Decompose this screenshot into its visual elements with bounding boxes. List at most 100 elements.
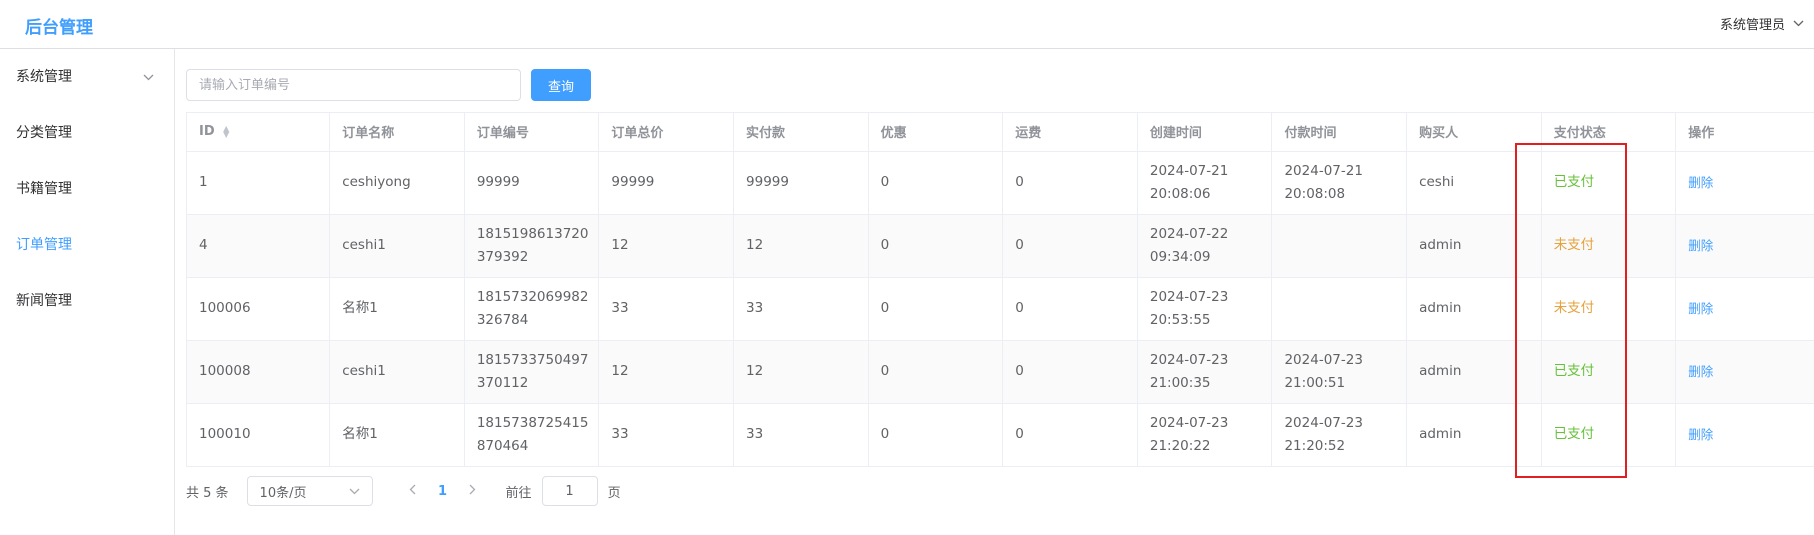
cell-paid-amount: 12 (733, 214, 869, 278)
cell-order-number: 1815732069982 326784 (464, 277, 600, 341)
query-button[interactable]: 查询 (531, 69, 591, 101)
cell-discount: 0 (868, 277, 1004, 341)
cell-shipping: 0 (1002, 214, 1138, 278)
column-header-payment-time: 付款时间 (1271, 113, 1408, 152)
table-row: 4 ceshi1 1815198613720 379392 12 12 0 0 2… (187, 214, 1814, 278)
cell-order-total: 12 (598, 214, 735, 278)
cell-order-name: ceshi1 (329, 214, 465, 278)
chevron-down-icon (1793, 16, 1804, 31)
cell-payment-time: 2024-07-21 20:08:08 (1271, 151, 1408, 215)
delete-button[interactable]: 删除 (1688, 238, 1713, 253)
delete-button[interactable]: 删除 (1688, 175, 1713, 190)
search-bar: 查询 (186, 69, 591, 101)
cell-actions: 删除 (1675, 277, 1814, 341)
cell-actions: 删除 (1675, 214, 1814, 278)
brand-title: 后台管理 (25, 18, 93, 38)
pagination-total: 共 5 条 (186, 485, 229, 501)
cell-payment-time (1271, 214, 1408, 278)
cell-shipping: 0 (1002, 151, 1138, 215)
column-header-created-time: 创建时间 (1137, 113, 1273, 152)
goto-label: 前往 (505, 485, 532, 501)
sidebar-item-orders[interactable]: 订单管理 (0, 217, 174, 273)
cell-paid-amount: 33 (733, 277, 869, 341)
cell-order-number: 1815733750497 370112 (464, 340, 600, 404)
cell-created-time: 2024-07-22 09:34:09 (1137, 214, 1273, 278)
cell-buyer: admin (1406, 277, 1542, 341)
cell-payment-time: 2024-07-23 21:00:51 (1271, 340, 1408, 404)
cell-payment-status: 已支付 (1541, 340, 1677, 404)
cell-payment-status: 已支付 (1541, 151, 1677, 215)
cell-order-total: 33 (598, 277, 735, 341)
goto-suffix-label: 页 (607, 485, 621, 501)
column-header-buyer: 购买人 (1406, 113, 1542, 152)
user-menu[interactable]: 系统管理员 (1720, 14, 1804, 33)
sidebar-item-books[interactable]: 书籍管理 (0, 161, 174, 217)
cell-id: 4 (187, 214, 331, 278)
table-row: 1 ceshiyong 99999 99999 99999 0 0 2024-0… (187, 151, 1814, 215)
table-row: 100008 ceshi1 1815733750497 370112 12 12 … (187, 340, 1814, 404)
status-badge: 未支付 (1553, 237, 1595, 253)
cell-order-total: 99999 (598, 151, 735, 215)
cell-discount: 0 (868, 340, 1004, 404)
table-header-row: ID ▲ ▼ 订单名称 订单编号 订单总价 实付款 优惠 运费 创建时间 付款时间… (187, 113, 1814, 152)
sidebar-item-system[interactable]: 系统管理 (0, 49, 174, 105)
column-header-shipping: 运费 (1002, 113, 1138, 152)
sidebar-item-label: 订单管理 (16, 237, 72, 253)
column-header-paid-amount: 实付款 (733, 113, 869, 152)
column-header-order-number: 订单编号 (464, 113, 600, 152)
cell-paid-amount: 12 (733, 340, 869, 404)
cell-payment-status: 已支付 (1541, 403, 1677, 467)
table-row: 100010 名称1 1815738725415 870464 33 33 0 0… (187, 403, 1814, 467)
cell-payment-time: 2024-07-23 21:20:52 (1271, 403, 1408, 467)
column-header-payment-status: 支付状态 (1541, 113, 1677, 152)
cell-id: 100010 (187, 403, 331, 467)
cell-actions: 删除 (1675, 151, 1814, 215)
delete-button[interactable]: 删除 (1688, 301, 1713, 316)
page-size-value: 10条/页 (259, 485, 307, 501)
page-size-select[interactable]: 10条/页 (246, 476, 373, 506)
top-header: 后台管理 系统管理员 (0, 0, 1814, 49)
prev-page-icon[interactable] (398, 484, 428, 499)
page-number-button[interactable]: 1 (428, 484, 458, 499)
cell-created-time: 2024-07-23 21:20:22 (1137, 403, 1273, 467)
main-content: 查询 ID ▲▼ 订单名称 订单编号 订单总价 实付款 优惠 (176, 49, 1814, 535)
sidebar-item-label: 系统管理 (16, 69, 72, 85)
column-header-order-total: 订单总价 (598, 113, 735, 152)
cell-order-name: ceshiyong (329, 151, 465, 215)
cell-order-total: 33 (598, 403, 735, 467)
sidebar: 系统管理 分类管理 书籍管理 订单管理 新闻管理 (0, 49, 175, 535)
sidebar-item-label: 分类管理 (16, 125, 72, 141)
sidebar-item-category[interactable]: 分类管理 (0, 105, 174, 161)
cell-buyer: admin (1406, 340, 1542, 404)
column-header-actions: 操作 (1675, 113, 1814, 152)
cell-id: 100006 (187, 277, 331, 341)
cell-order-name: 名称1 (329, 277, 465, 341)
cell-order-number: 1815738725415 870464 (464, 403, 600, 467)
cell-created-time: 2024-07-23 20:53:55 (1137, 277, 1273, 341)
sidebar-item-label: 新闻管理 (16, 293, 72, 309)
delete-button[interactable]: 删除 (1688, 427, 1713, 442)
status-badge: 已支付 (1553, 174, 1595, 190)
cell-buyer: admin (1406, 403, 1542, 467)
cell-payment-status: 未支付 (1541, 214, 1677, 278)
chevron-down-icon (143, 49, 154, 105)
cell-order-number: 1815198613720 379392 (464, 214, 600, 278)
cell-order-number: 99999 (464, 151, 600, 215)
cell-shipping: 0 (1002, 403, 1138, 467)
next-page-icon[interactable] (458, 484, 488, 499)
sidebar-item-news[interactable]: 新闻管理 (0, 273, 174, 329)
cell-payment-status: 未支付 (1541, 277, 1677, 341)
sort-icon[interactable]: ▲ ▼ (223, 124, 229, 138)
user-name: 系统管理员 (1719, 18, 1785, 33)
sidebar-item-label: 书籍管理 (16, 181, 72, 197)
status-badge: 已支付 (1553, 363, 1595, 379)
cell-id: 100008 (187, 340, 331, 404)
orders-table: ID ▲ ▼ 订单名称 订单编号 订单总价 实付款 优惠 运费 创建时间 付款时间… (186, 112, 1814, 467)
goto-page-input[interactable] (541, 476, 598, 506)
order-number-search-input[interactable] (186, 69, 521, 101)
delete-button[interactable]: 删除 (1688, 364, 1713, 379)
cell-actions: 删除 (1675, 403, 1814, 467)
cell-created-time: 2024-07-21 20:08:06 (1137, 151, 1273, 215)
column-header-id[interactable]: ID ▲ ▼ (187, 113, 331, 152)
cell-paid-amount: 33 (733, 403, 869, 467)
